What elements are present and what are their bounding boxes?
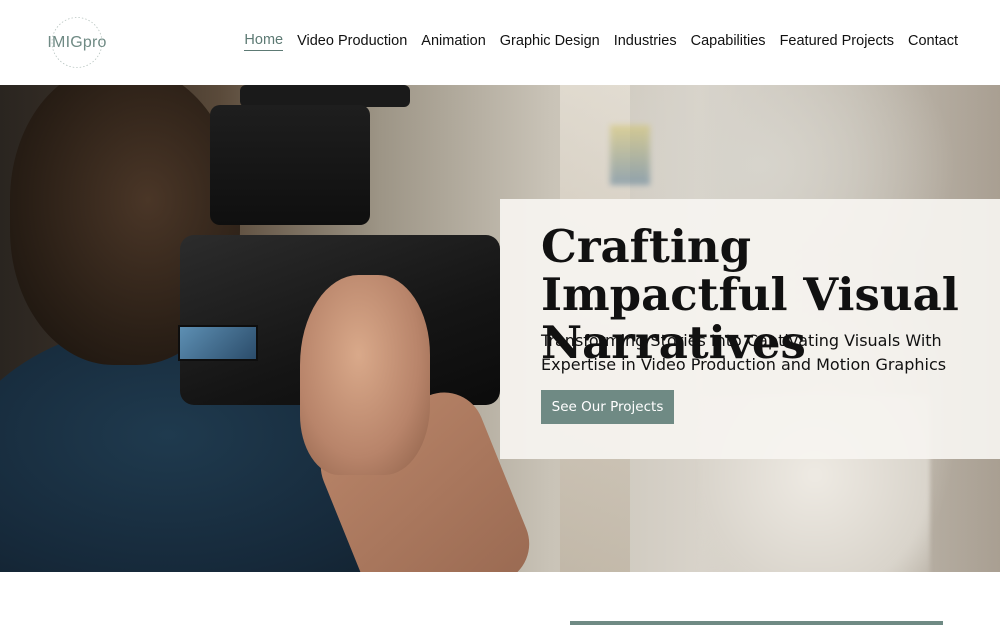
main-nav: Home Video Production Animation Graphic …	[244, 32, 958, 51]
nav-item-graphic-design[interactable]: Graphic Design	[500, 33, 600, 51]
hero-subtitle: Transforming Stories Into Captivating Vi…	[541, 331, 947, 374]
hero-card: Crafting Impactful Visual Narratives Tra…	[500, 199, 1000, 459]
camera-operator-hand	[300, 275, 430, 475]
camera-screen	[178, 325, 258, 361]
nav-item-featured-projects[interactable]: Featured Projects	[780, 33, 894, 51]
nav-item-capabilities[interactable]: Capabilities	[691, 33, 766, 51]
logo-text: IMIGpro	[47, 33, 107, 51]
nav-item-home[interactable]: Home	[244, 32, 284, 51]
nav-item-industries[interactable]: Industries	[614, 33, 677, 51]
see-our-projects-button[interactable]: See Our Projects	[541, 390, 674, 424]
hero-section: Crafting Impactful Visual Narratives Tra…	[0, 85, 1000, 572]
nav-item-contact[interactable]: Contact	[908, 33, 958, 51]
nav-item-animation[interactable]: Animation	[421, 33, 485, 51]
camera-handle	[210, 105, 370, 225]
page: IMIGpro Home Video Production Animation …	[0, 0, 1000, 625]
site-header: IMIGpro Home Video Production Animation …	[0, 0, 1000, 85]
camera-top-mount	[240, 85, 410, 107]
site-logo[interactable]: IMIGpro	[47, 15, 107, 70]
background-poster	[610, 125, 650, 185]
section-divider	[570, 621, 943, 625]
nav-item-video-production[interactable]: Video Production	[297, 33, 407, 51]
